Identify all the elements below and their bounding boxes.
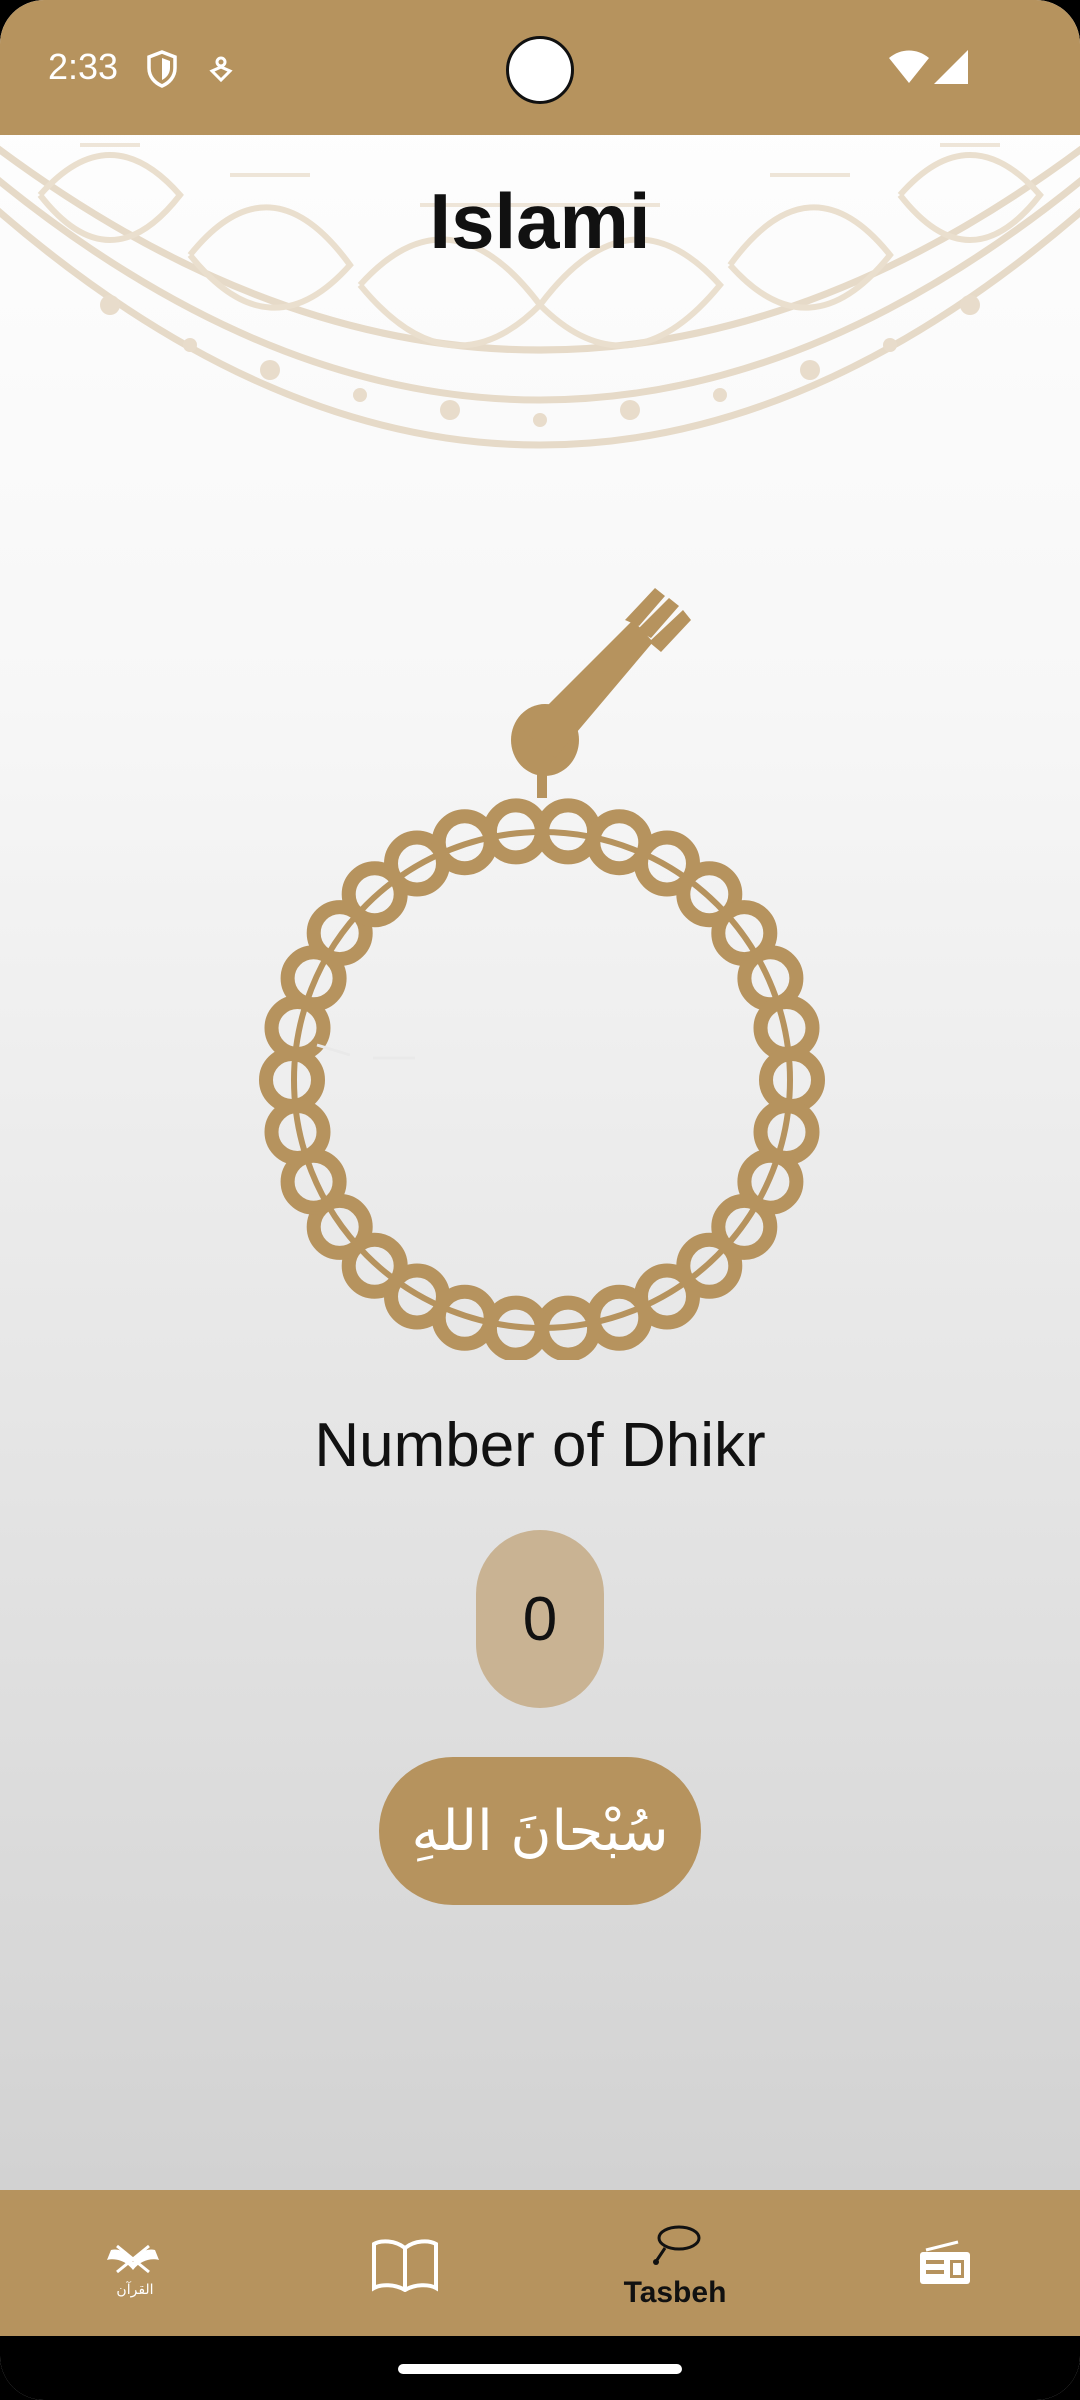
nav-item-tasbeh[interactable]: Tasbeh [540, 2190, 810, 2336]
status-bar: 2:33 [0, 0, 1080, 135]
home-indicator[interactable] [398, 2364, 682, 2374]
sebha-image[interactable] [255, 580, 825, 1360]
wifi-icon [889, 50, 929, 83]
nav-tasbeh-label: Tasbeh [623, 2276, 727, 2309]
app-title: Islami [429, 177, 651, 265]
quran-icon [107, 2244, 159, 2274]
dhikr-counter: 0 [476, 1530, 604, 1708]
nav-item-hadeth[interactable] [270, 2190, 540, 2336]
front-camera [506, 36, 574, 104]
nav-quran-icon-text: القرآن [116, 2282, 154, 2298]
nav-item-radio[interactable] [810, 2190, 1080, 2336]
dhikr-button[interactable]: سُبْحانَ اللهِ [379, 1757, 701, 1905]
nav-item-quran[interactable]: القرآن [0, 2190, 270, 2336]
open-book-icon [372, 2239, 438, 2292]
sebha-icon [653, 2225, 701, 2265]
status-time: 2:33 [48, 46, 119, 87]
shield-icon [147, 50, 177, 88]
radio-icon [920, 2240, 970, 2284]
cellular-signal-icon [934, 50, 968, 84]
dhikr-count-label: Number of Dhikr [314, 1411, 766, 1480]
bottom-navigation: القرآن Tasbeh [0, 2190, 1080, 2336]
location-pin-icon [209, 56, 233, 82]
screen: 2:33 Islami Number of Dhikr 0 سُبْحانَ ا… [0, 0, 1080, 2400]
